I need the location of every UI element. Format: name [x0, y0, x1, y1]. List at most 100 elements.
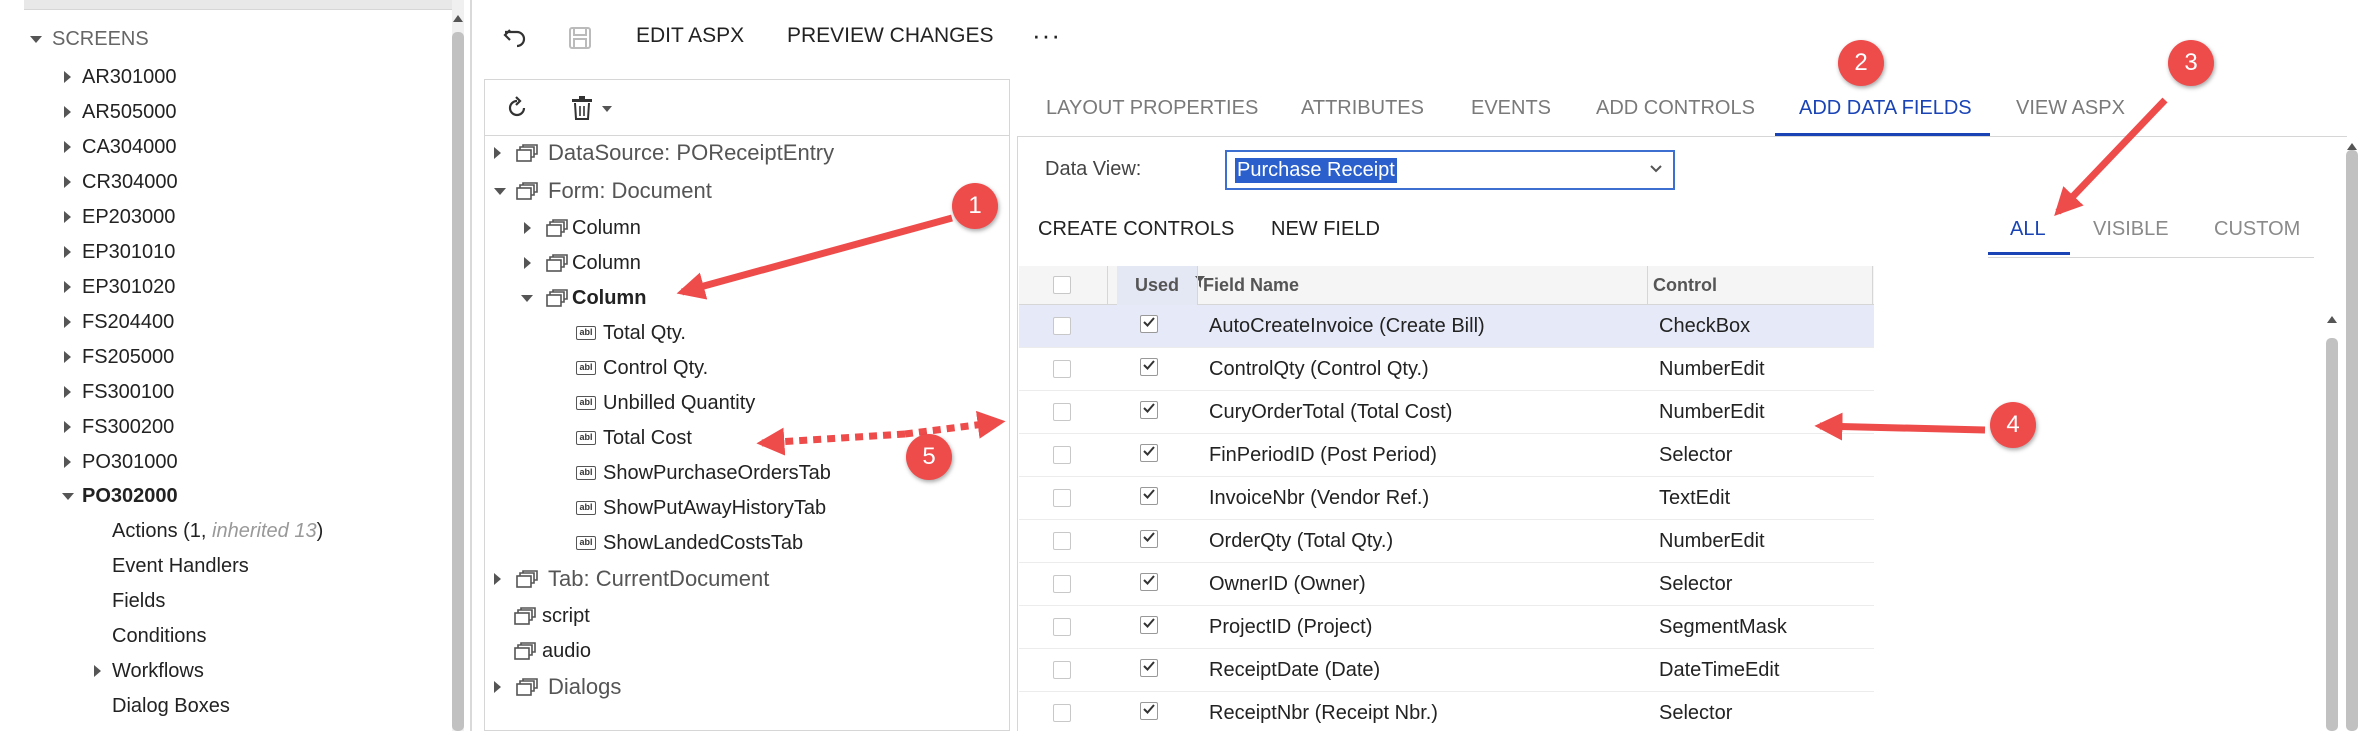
screen-label: PO302000	[82, 485, 178, 507]
panel-scrollbar-thumb[interactable]	[2346, 150, 2358, 731]
row-select-checkbox[interactable]	[1053, 317, 1071, 335]
chevron-right-icon[interactable]	[64, 421, 71, 433]
workflows-label: Workflows	[112, 660, 204, 682]
grid-scrollbar-thumb[interactable]	[2326, 338, 2338, 731]
chevron-right-icon[interactable]	[64, 246, 71, 258]
chevron-right-icon[interactable]	[524, 222, 531, 234]
tree-node-dialog-boxes[interactable]: Dialog Boxes	[112, 691, 230, 721]
chevron-right-icon[interactable]	[64, 71, 71, 83]
chevron-right-icon[interactable]	[64, 141, 71, 153]
tree-node-actions[interactable]: Actions (1, inherited 13)	[112, 516, 323, 546]
text-field-icon: abl	[576, 466, 596, 480]
chevron-down-icon[interactable]	[62, 493, 74, 500]
used-checkbox[interactable]	[1140, 487, 1158, 505]
tab-layout-properties[interactable]: LAYOUT PROPERTIES	[1046, 97, 1258, 120]
chevron-down-icon[interactable]	[1649, 164, 1663, 174]
used-checkbox[interactable]	[1140, 616, 1158, 634]
row-select-checkbox[interactable]	[1053, 489, 1071, 507]
tree-node-event-handlers[interactable]: Event Handlers	[112, 551, 249, 581]
tab-attributes[interactable]: ATTRIBUTES	[1301, 97, 1424, 120]
tab-add-data-fields[interactable]: ADD DATA FIELDS	[1799, 97, 1972, 120]
filter-custom[interactable]: CUSTOM	[2214, 218, 2300, 241]
checkmark-icon	[1143, 360, 1155, 370]
field-name-cell: OwnerID (Owner)	[1209, 573, 1366, 595]
save-icon[interactable]	[568, 26, 592, 50]
tab-view-aspx[interactable]: VIEW ASPX	[2016, 97, 2125, 120]
control-cell: TextEdit	[1659, 487, 1731, 509]
tab-add-controls[interactable]: ADD CONTROLS	[1596, 97, 1755, 120]
new-field-button[interactable]: NEW FIELD	[1271, 218, 1380, 241]
refresh-icon[interactable]	[505, 96, 529, 120]
used-checkbox[interactable]	[1140, 401, 1158, 419]
more-menu-button[interactable]: ···	[1032, 20, 1061, 51]
screens-panel: SCREENS AR301000 AR505000 CA304000 CR304000…	[0, 0, 474, 731]
delete-icon[interactable]	[571, 95, 593, 121]
used-checkbox[interactable]	[1140, 573, 1158, 591]
text-field-icon: abl	[576, 396, 596, 410]
tree-node-fields[interactable]: Fields	[112, 586, 165, 616]
chevron-right-icon[interactable]	[64, 316, 71, 328]
chevron-right-icon[interactable]	[524, 257, 531, 269]
left-panel-divider	[470, 0, 472, 731]
used-checkbox[interactable]	[1140, 702, 1158, 720]
chevron-right-icon[interactable]	[64, 176, 71, 188]
row-select-checkbox[interactable]	[1053, 618, 1071, 636]
chevron-right-icon[interactable]	[64, 386, 71, 398]
used-checkbox[interactable]	[1140, 530, 1158, 548]
table-row[interactable]: OwnerID (Owner) Selector	[1019, 563, 1874, 606]
table-row[interactable]: ProjectID (Project) SegmentMask	[1019, 606, 1874, 649]
chevron-right-icon[interactable]	[94, 665, 101, 677]
checkmark-icon	[1143, 618, 1155, 628]
row-select-checkbox[interactable]	[1053, 403, 1071, 421]
chevron-right-icon[interactable]	[64, 106, 71, 118]
row-select-checkbox[interactable]	[1053, 446, 1071, 464]
table-row[interactable]: OrderQty (Total Qty.) NumberEdit	[1019, 520, 1874, 563]
tab-events[interactable]: EVENTS	[1471, 97, 1551, 120]
used-checkbox[interactable]	[1140, 358, 1158, 376]
table-row[interactable]: CuryOrderTotal (Total Cost) NumberEdit	[1019, 391, 1874, 434]
table-row[interactable]: InvoiceNbr (Vendor Ref.) TextEdit	[1019, 477, 1874, 520]
table-row[interactable]: FinPeriodID (Post Period) Selector	[1019, 434, 1874, 477]
chevron-down-icon[interactable]	[30, 36, 42, 43]
left-scrollbar-thumb[interactable]	[452, 32, 464, 731]
chevron-right-icon[interactable]	[64, 351, 71, 363]
actions-close-paren: )	[316, 520, 324, 542]
chevron-right-icon[interactable]	[494, 681, 501, 693]
control-column-header[interactable]: Control	[1653, 266, 1717, 305]
checkmark-icon	[1143, 661, 1155, 671]
scroll-up-arrow-icon[interactable]	[452, 12, 464, 26]
create-controls-button[interactable]: CREATE CONTROLS	[1038, 218, 1234, 241]
table-row[interactable]: ReceiptNbr (Receipt Nbr.) Selector	[1019, 692, 1874, 731]
chevron-down-icon[interactable]	[521, 295, 533, 302]
used-checkbox[interactable]	[1140, 315, 1158, 333]
chevron-right-icon[interactable]	[64, 456, 71, 468]
row-select-checkbox[interactable]	[1053, 661, 1071, 679]
scroll-up-arrow-icon[interactable]	[2326, 313, 2338, 327]
undo-icon[interactable]	[502, 24, 528, 50]
filter-all[interactable]: ALL	[2010, 218, 2046, 241]
data-view-select[interactable]: Purchase Receipt	[1225, 150, 1675, 190]
select-all-checkbox[interactable]	[1053, 276, 1071, 294]
preview-changes-button[interactable]: PREVIEW CHANGES	[787, 24, 994, 48]
used-checkbox[interactable]	[1140, 659, 1158, 677]
field-name-column-header[interactable]: Field Name	[1203, 266, 1299, 305]
table-row[interactable]: AutoCreateInvoice (Create Bill) CheckBox	[1019, 305, 1874, 348]
chevron-right-icon[interactable]	[64, 211, 71, 223]
chevron-down-icon[interactable]	[494, 188, 506, 195]
table-row[interactable]: ControlQty (Control Qty.) NumberEdit	[1019, 348, 1874, 391]
chevron-right-icon[interactable]	[64, 281, 71, 293]
control-cell: Selector	[1659, 702, 1733, 724]
row-select-checkbox[interactable]	[1053, 532, 1071, 550]
chevron-right-icon[interactable]	[494, 147, 501, 159]
row-select-checkbox[interactable]	[1053, 575, 1071, 593]
used-column-header[interactable]: Used	[1117, 266, 1205, 305]
row-select-checkbox[interactable]	[1053, 360, 1071, 378]
edit-aspx-button[interactable]: EDIT ASPX	[636, 24, 744, 48]
filter-visible[interactable]: VISIBLE	[2093, 218, 2169, 241]
used-checkbox[interactable]	[1140, 444, 1158, 462]
row-select-checkbox[interactable]	[1053, 704, 1071, 722]
tree-node-conditions[interactable]: Conditions	[112, 621, 207, 651]
table-row[interactable]: ReceiptDate (Date) DateTimeEdit	[1019, 649, 1874, 692]
chevron-right-icon[interactable]	[494, 573, 501, 585]
chevron-down-icon[interactable]	[602, 106, 612, 112]
